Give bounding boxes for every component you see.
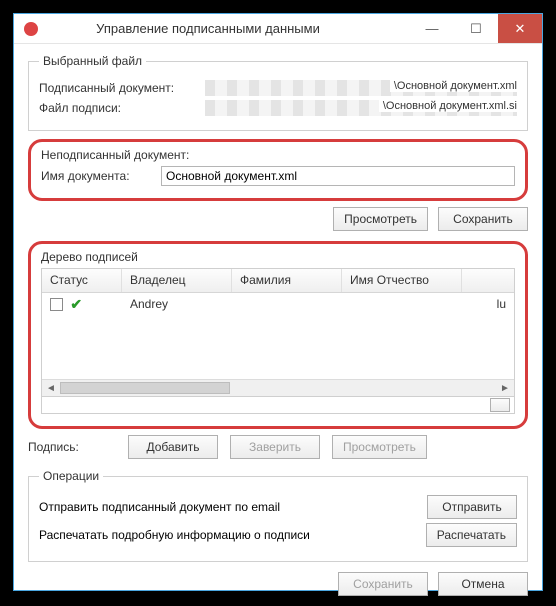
dialog-save-button[interactable]: Сохранить bbox=[338, 572, 428, 596]
grid-body: ✔ Andrey lu bbox=[42, 293, 514, 379]
add-signature-button[interactable]: Добавить bbox=[128, 435, 218, 459]
doc-name-input[interactable] bbox=[161, 166, 515, 186]
signature-tree-legend: Дерево подписей bbox=[41, 250, 515, 264]
grid-mini-button[interactable] bbox=[490, 398, 510, 412]
print-button[interactable]: Распечатать bbox=[426, 523, 517, 547]
checkmark-icon: ✔ bbox=[70, 297, 82, 311]
row-checkbox[interactable] bbox=[50, 298, 63, 311]
save-doc-button[interactable]: Сохранить bbox=[438, 207, 528, 231]
print-op-label: Распечатать подробную информацию о подпи… bbox=[39, 528, 310, 542]
col-status[interactable]: Статус bbox=[42, 269, 122, 292]
grid-row[interactable]: ✔ Andrey lu bbox=[42, 293, 514, 315]
certify-button[interactable]: Заверить bbox=[230, 435, 320, 459]
scroll-thumb[interactable] bbox=[60, 382, 230, 394]
horizontal-scrollbar[interactable]: ◄ ► bbox=[42, 379, 514, 396]
signed-doc-tail: \Основной документ.xml bbox=[390, 80, 517, 92]
operations-legend: Операции bbox=[39, 469, 103, 483]
signature-label: Подпись: bbox=[28, 440, 116, 454]
signature-tree-group: Дерево подписей Статус Владелец Фамилия … bbox=[28, 241, 528, 429]
app-icon bbox=[24, 22, 38, 36]
sig-file-path: \Основной документ.xml.si bbox=[205, 100, 517, 116]
signature-actions-row: Подпись: Добавить Заверить Просмотреть bbox=[28, 435, 528, 459]
row-owner: Andrey bbox=[122, 295, 232, 313]
scroll-left-icon[interactable]: ◄ bbox=[44, 383, 58, 394]
selected-file-group: Выбранный файл Подписанный документ: \Ос… bbox=[28, 54, 528, 131]
grid-header: Статус Владелец Фамилия Имя Отчество bbox=[42, 269, 514, 293]
send-email-button[interactable]: Отправить bbox=[427, 495, 517, 519]
close-button[interactable]: ✕ bbox=[498, 14, 542, 43]
sig-file-label: Файл подписи: bbox=[39, 101, 199, 115]
col-owner[interactable]: Владелец bbox=[122, 269, 232, 292]
maximize-button[interactable]: ☐ bbox=[454, 14, 498, 43]
minimize-button[interactable]: — bbox=[410, 14, 454, 43]
titlebar: Управление подписанными данными — ☐ ✕ bbox=[14, 14, 542, 44]
window-controls: — ☐ ✕ bbox=[410, 14, 542, 43]
window-title: Управление подписанными данными bbox=[46, 21, 410, 36]
scroll-right-icon[interactable]: ► bbox=[498, 383, 512, 394]
email-op-label: Отправить подписанный документ по email bbox=[39, 500, 280, 514]
sig-file-tail: \Основной документ.xml.si bbox=[379, 100, 517, 112]
doc-name-label: Имя документа: bbox=[41, 169, 155, 183]
view-doc-button[interactable]: Просмотреть bbox=[333, 207, 428, 231]
grid-footer bbox=[41, 397, 515, 414]
view-signature-button[interactable]: Просмотреть bbox=[332, 435, 427, 459]
selected-file-legend: Выбранный файл bbox=[39, 54, 146, 68]
row-name-patr: lu bbox=[342, 295, 514, 313]
unsigned-doc-legend: Неподписанный документ: bbox=[41, 148, 515, 162]
dialog-cancel-button[interactable]: Отмена bbox=[438, 572, 528, 596]
operations-group: Операции Отправить подписанный документ … bbox=[28, 469, 528, 562]
content-area: Выбранный файл Подписанный документ: \Ос… bbox=[14, 44, 542, 606]
signed-doc-label: Подписанный документ: bbox=[39, 81, 199, 95]
col-name-patr[interactable]: Имя Отчество bbox=[342, 269, 462, 292]
unsigned-doc-group: Неподписанный документ: Имя документа: bbox=[28, 139, 528, 201]
scroll-track[interactable] bbox=[60, 382, 496, 394]
row-surname bbox=[232, 302, 342, 306]
signature-grid: Статус Владелец Фамилия Имя Отчество ✔ A… bbox=[41, 268, 515, 397]
window-frame: Управление подписанными данными — ☐ ✕ Вы… bbox=[13, 13, 543, 591]
signed-doc-path: \Основной документ.xml bbox=[205, 80, 517, 96]
col-surname[interactable]: Фамилия bbox=[232, 269, 342, 292]
